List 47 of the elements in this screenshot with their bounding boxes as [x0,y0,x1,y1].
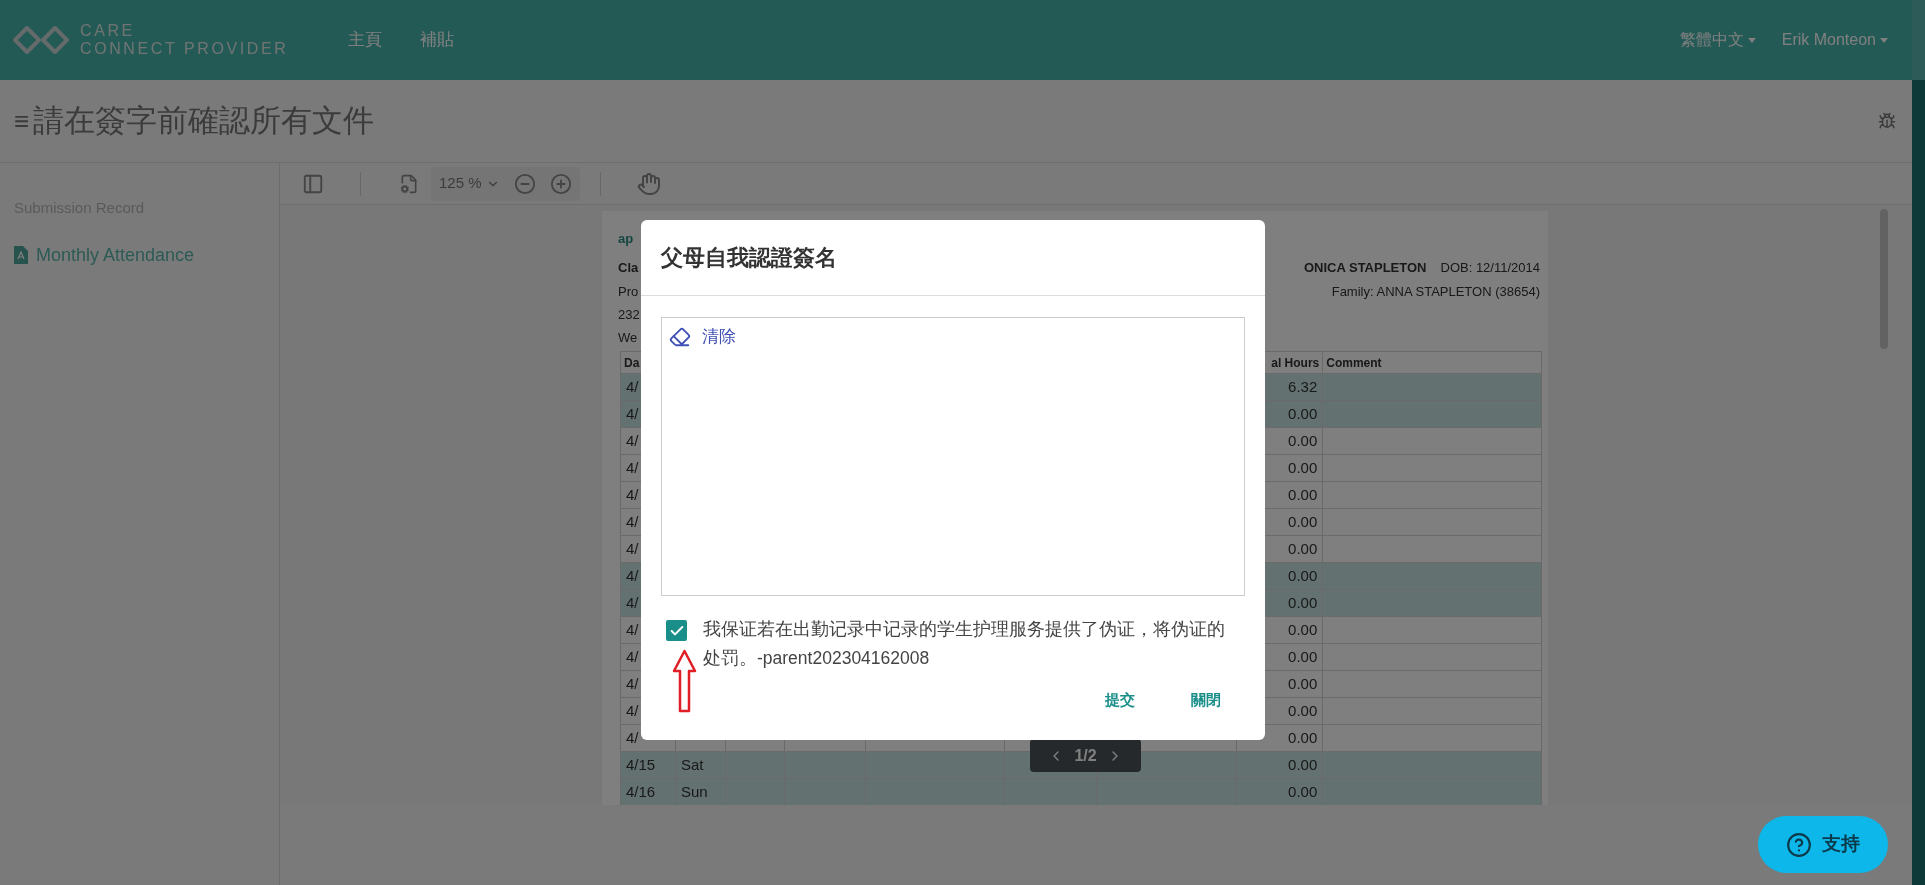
sidebar-toggle-icon[interactable] [302,172,324,195]
language-menu[interactable]: 繁體中文 [1679,28,1756,52]
document-settings-icon[interactable] [399,172,419,195]
sidebar-link[interactable]: Monthly Attendance [14,241,265,269]
table-cell: 4/15 [621,752,676,779]
table-cell: Sat [675,752,726,779]
zoom-in-icon[interactable] [549,172,572,195]
logo-text: CONNECT PROVIDER [80,40,289,58]
document-text: Pro [618,282,639,301]
zoom-out-icon[interactable] [513,172,536,195]
caret-icon [1880,37,1888,43]
document-text: Cla [618,259,639,278]
table-cell: 4/16 [621,779,676,805]
document-text: Family: ANNA STAPLETON (38654) [1331,282,1540,301]
dialog-button[interactable]: 提交 [1101,688,1139,711]
bug-icon[interactable] [1878,112,1896,130]
eraser-icon [668,325,692,348]
logo-icon [12,25,70,55]
arrow-icon [672,649,697,713]
clear-button[interactable]: 清除 [668,324,736,350]
scroll-bar[interactable] [1912,0,1925,885]
nav-link[interactable]: 主頁 [348,27,383,53]
support-button[interactable]: 支持 [1758,816,1888,873]
table-cell: Sun [675,779,726,805]
table-cell: 0.00 [1237,779,1324,805]
help-icon [1786,831,1812,858]
signature-pad[interactable]: 清除 [661,317,1245,596]
document-text: ONICA STAPLETON [1303,259,1427,278]
checkbox[interactable] [666,620,687,641]
page-number: 1/2 [1074,745,1097,766]
document-text: DOB: 12/11/2014 [1440,259,1540,278]
nav-link[interactable]: 補貼 [420,27,455,53]
document-text: ap [618,230,635,248]
pdf-file-icon [14,246,28,264]
dialog-title: 父母自我認證簽名 [661,244,837,272]
logo-text: CARE [80,22,136,40]
hand-tool-icon[interactable] [636,171,661,196]
document-text: We [618,328,638,347]
menu-icon[interactable]: ≡ [14,101,30,141]
confirmation-text: 我保证若在出勤记录中记录的学生护理服务提供了伪证，将伪证的处罚。-parent202304162008 [703,618,1226,670]
page-title: 請在簽字前確認所有文件 [33,101,375,140]
document-text: 232 [618,305,640,324]
table-cell [725,752,785,779]
caret-icon [1747,37,1756,43]
table-cell: 0.00 [1237,752,1324,779]
user-menu[interactable]: Erik Monteon [1781,28,1888,52]
dialog-button[interactable]: 關閉 [1187,688,1225,711]
